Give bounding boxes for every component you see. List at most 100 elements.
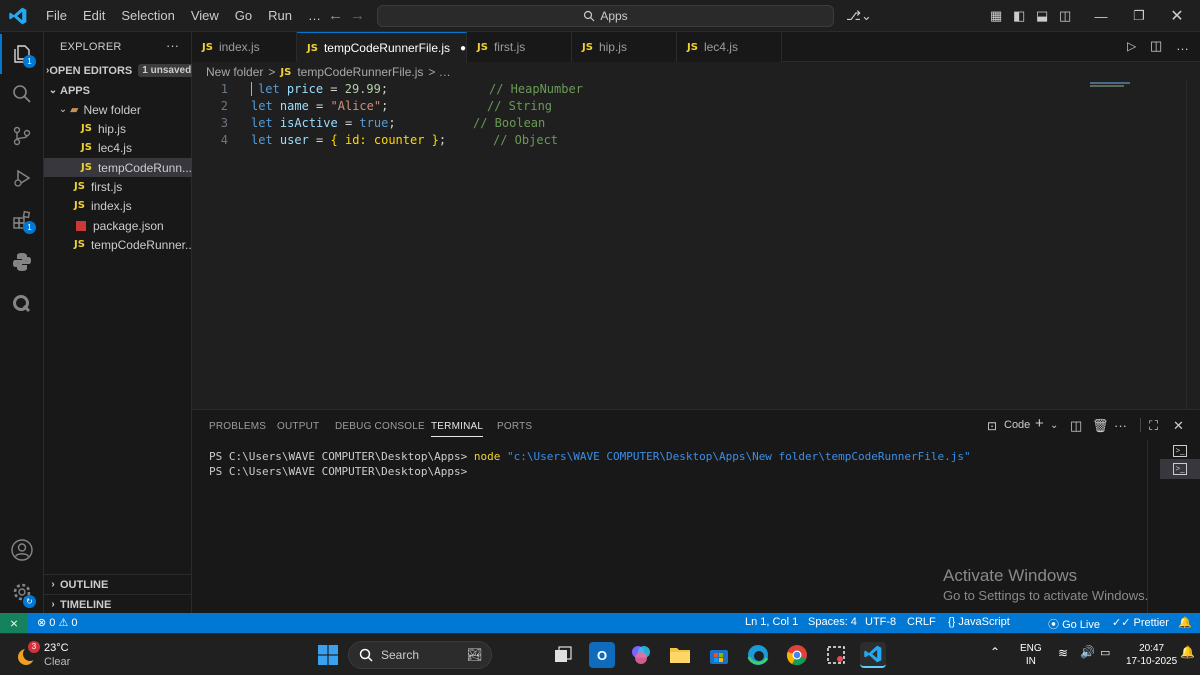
- tab-first-js[interactable]: JS first.js: [467, 32, 572, 62]
- run-play-icon[interactable]: ▷: [1127, 39, 1136, 53]
- code-line-4[interactable]: let user = { id: counter };// Object: [251, 133, 558, 147]
- settings-gear-icon[interactable]: ↻: [0, 572, 44, 612]
- menu-more[interactable]: …: [300, 0, 329, 32]
- copilot-app-icon[interactable]: [628, 642, 654, 668]
- more-actions-icon[interactable]: …: [1176, 38, 1189, 53]
- cursor-position[interactable]: Ln 1, Col 1: [745, 616, 798, 628]
- account-icon[interactable]: [0, 530, 44, 570]
- command-center-search[interactable]: Apps: [377, 5, 834, 27]
- menu-file[interactable]: File: [38, 0, 75, 32]
- new-terminal-plus-icon[interactable]: +: [1035, 415, 1044, 432]
- file-lec4-js[interactable]: JS lec4.js: [44, 138, 192, 157]
- language-indicator[interactable]: ENG IN: [1020, 642, 1042, 668]
- close-icon[interactable]: ✕: [1154, 0, 1200, 32]
- extensions-icon[interactable]: 1: [0, 200, 44, 240]
- problems-status[interactable]: ⊗ 0 ⚠ 0: [37, 616, 78, 629]
- file-index-js[interactable]: JS index.js: [44, 196, 192, 215]
- timeline-section[interactable]: › TIMELINE: [44, 595, 192, 614]
- notification-center-icon[interactable]: 🔔: [1180, 646, 1195, 659]
- new-folder-row[interactable]: ⌄ ▰ New folder: [44, 100, 192, 119]
- file-explorer-icon[interactable]: [667, 642, 693, 668]
- explorer-more-icon[interactable]: ···: [166, 38, 179, 53]
- remote-indicator-icon[interactable]: ⨯: [0, 613, 28, 633]
- back-arrow-icon[interactable]: ←: [328, 7, 343, 24]
- search-icon[interactable]: [0, 74, 44, 114]
- tab-ports[interactable]: PORTS: [497, 421, 532, 432]
- menu-edit[interactable]: Edit: [75, 0, 113, 32]
- code-editor[interactable]: 1 2 3 4 let price = 29.99;// HeapNumber …: [192, 80, 1200, 410]
- snipping-tool-icon[interactable]: [823, 642, 849, 668]
- tab-lec4-js[interactable]: JS lec4.js: [677, 32, 782, 62]
- close-panel-icon[interactable]: ✕: [1173, 418, 1184, 434]
- tab-tempcoderunnerfile-js[interactable]: JS tempCodeRunnerFile.js ●: [297, 32, 467, 63]
- language-mode[interactable]: {} JavaScript: [948, 616, 1010, 628]
- notifications-bell-icon[interactable]: 🔔: [1178, 616, 1192, 629]
- menu-selection[interactable]: Selection: [113, 0, 182, 32]
- encoding[interactable]: UTF-8: [865, 616, 896, 628]
- explorer-icon[interactable]: 1: [0, 34, 44, 74]
- weather-widget[interactable]: 3: [14, 641, 40, 667]
- panel-more-icon[interactable]: ···: [1114, 418, 1127, 433]
- code-line-2[interactable]: let name = "Alice";// String: [251, 99, 552, 113]
- trash-icon[interactable]: 🗑: [1092, 418, 1109, 434]
- taskbar-search[interactable]: Search 🏞: [348, 641, 492, 669]
- file-package-json[interactable]: package.json: [44, 216, 192, 235]
- tab-index-js[interactable]: JS index.js: [192, 32, 297, 62]
- clock[interactable]: 20:47 17-10-2025: [1126, 642, 1177, 668]
- apps-section[interactable]: ⌄ APPS: [44, 81, 192, 100]
- prettier-status[interactable]: ✓✓ Prettier: [1112, 616, 1169, 629]
- chrome-icon[interactable]: [784, 642, 810, 668]
- windows-start-icon[interactable]: [315, 642, 341, 668]
- file-hip-js[interactable]: JS hip.js: [44, 119, 192, 138]
- file-tempcoderunner-root[interactable]: JS tempCodeRunner...: [44, 235, 192, 254]
- menu-run[interactable]: Run: [260, 0, 300, 32]
- terminal-line-1[interactable]: PS C:\Users\WAVE COMPUTER\Desktop\Apps> …: [209, 450, 971, 463]
- tab-hip-js[interactable]: JS hip.js: [572, 32, 677, 62]
- split-editor-icon[interactable]: ◫: [1150, 38, 1162, 54]
- toggle-sidebar-icon[interactable]: ◧: [1013, 8, 1025, 24]
- vscode-taskbar-icon[interactable]: [860, 642, 886, 668]
- tab-output[interactable]: OUTPUT: [277, 421, 319, 432]
- terminal-line-2[interactable]: PS C:\Users\WAVE COMPUTER\Desktop\Apps>: [209, 465, 467, 478]
- weather-temp[interactable]: 23°C: [44, 642, 69, 654]
- outline-section[interactable]: › OUTLINE: [44, 575, 192, 594]
- toggle-secondary-sidebar-icon[interactable]: ◫: [1059, 8, 1071, 24]
- breadcrumb-folder[interactable]: New folder: [206, 65, 263, 79]
- tray-chevron-up-icon[interactable]: ⌃: [990, 646, 1000, 659]
- quokka-icon[interactable]: [0, 284, 44, 324]
- indentation[interactable]: Spaces: 4: [808, 616, 857, 628]
- file-tempcoderunner-nested[interactable]: JS tempCodeRunn...: [44, 158, 192, 177]
- volume-icon[interactable]: 🔊: [1080, 646, 1095, 659]
- forward-arrow-icon[interactable]: →: [350, 7, 365, 24]
- minimap[interactable]: [1090, 82, 1130, 87]
- file-first-js[interactable]: JS first.js: [44, 177, 192, 196]
- unsaved-dot-icon[interactable]: ●: [460, 43, 466, 54]
- terminal-instance-active-icon[interactable]: >_: [1160, 459, 1200, 479]
- split-terminal-icon[interactable]: ◫: [1070, 418, 1082, 434]
- source-control-icon[interactable]: [0, 116, 44, 156]
- python-icon[interactable]: [0, 242, 44, 282]
- terminal-instance-icon[interactable]: >_: [1160, 441, 1200, 461]
- battery-icon[interactable]: ▭: [1100, 647, 1110, 660]
- microsoft-store-icon[interactable]: [706, 642, 732, 668]
- run-debug-icon[interactable]: [0, 158, 44, 198]
- toggle-panel-icon[interactable]: ⬓: [1036, 8, 1048, 24]
- outlook-icon[interactable]: O: [589, 642, 615, 668]
- chevron-down-icon[interactable]: ⌄: [1050, 420, 1058, 431]
- line-ending[interactable]: CRLF: [907, 616, 936, 628]
- editor-scrollbar[interactable]: [1186, 80, 1200, 410]
- open-editors-section[interactable]: › OPEN EDITORS 1 unsaved: [44, 61, 192, 80]
- code-line-1[interactable]: let price = 29.99;// HeapNumber: [251, 82, 583, 96]
- breadcrumb-tail[interactable]: > …: [428, 65, 450, 79]
- code-line-3[interactable]: let isActive = true;// Boolean: [251, 116, 545, 130]
- weather-desc[interactable]: Clear: [44, 656, 70, 668]
- menu-view[interactable]: View: [183, 0, 227, 32]
- wifi-icon[interactable]: ≋: [1058, 647, 1068, 660]
- tab-terminal[interactable]: TERMINAL: [431, 421, 484, 437]
- edge-icon[interactable]: [745, 642, 771, 668]
- menu-go[interactable]: Go: [227, 0, 260, 32]
- tab-debug-console[interactable]: DEBUG CONSOLE: [335, 421, 425, 432]
- maximize-panel-icon[interactable]: ⛶: [1149, 418, 1158, 434]
- terminal-name[interactable]: Code: [1004, 419, 1030, 431]
- breadcrumb-file[interactable]: tempCodeRunnerFile.js: [297, 65, 423, 79]
